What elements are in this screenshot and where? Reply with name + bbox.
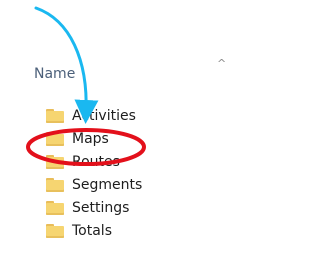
folder-icon xyxy=(46,131,64,146)
list-item-label: Maps xyxy=(72,130,109,147)
list-item-settings[interactable]: Settings xyxy=(46,196,329,219)
list-item-activities[interactable]: Activities xyxy=(46,104,329,127)
list-item-totals[interactable]: Totals xyxy=(46,219,329,242)
list-item-label: Routes xyxy=(72,153,120,170)
folder-icon xyxy=(46,177,64,192)
list-item-label: Settings xyxy=(72,199,130,216)
list-item-segments[interactable]: Segments xyxy=(46,173,329,196)
folder-icon xyxy=(46,223,64,238)
column-header[interactable]: Name ^ xyxy=(22,55,329,93)
list-item-routes[interactable]: Routes xyxy=(46,150,329,173)
folder-icon xyxy=(46,154,64,169)
list-item-label: Totals xyxy=(72,222,112,239)
name-column-header[interactable]: Name xyxy=(34,65,75,83)
list-item-maps[interactable]: Maps xyxy=(46,127,329,150)
folder-icon xyxy=(46,200,64,215)
folder-icon xyxy=(46,108,64,123)
file-explorer-view: Name ^ Activities Maps Routes Segments S… xyxy=(0,0,329,276)
sort-ascending-icon: ^ xyxy=(217,57,227,70)
list-item-label: Activities xyxy=(72,107,136,124)
list-item-label: Segments xyxy=(72,176,143,193)
file-list: Activities Maps Routes Segments Settings… xyxy=(46,104,329,242)
